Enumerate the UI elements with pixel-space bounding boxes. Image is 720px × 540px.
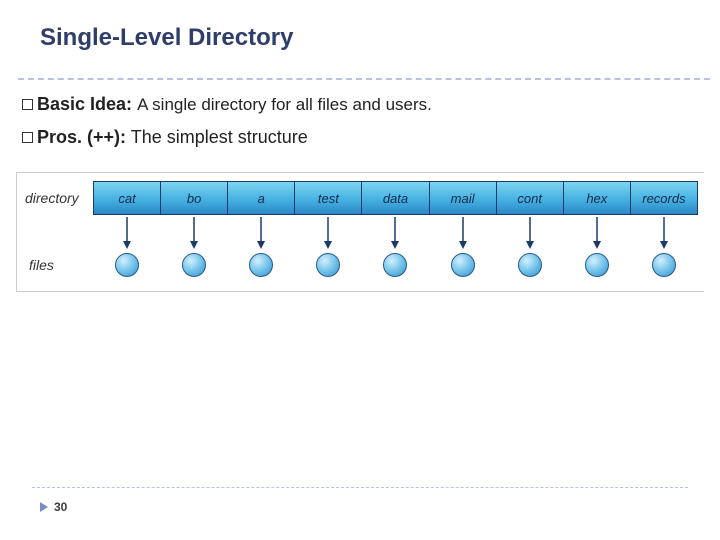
file-node-icon [316, 253, 340, 277]
bullet-marker-icon [22, 132, 33, 143]
file-node-icon [585, 253, 609, 277]
directory-entry: a [228, 182, 295, 214]
files-row: files [23, 253, 698, 277]
file-node-icon [652, 253, 676, 277]
bullet-text: The simplest structure [131, 127, 308, 147]
arrow-row [93, 215, 698, 253]
bullet-list: Basic Idea: A single directory for all f… [22, 90, 432, 156]
divider-top [18, 78, 710, 80]
file-node-icon [115, 253, 139, 277]
slide-title: Single-Level Directory [40, 24, 293, 52]
arrow-down-icon [658, 215, 670, 251]
bullet-item: Pros. (++): The simplest structure [22, 123, 432, 152]
directory-entry: mail [430, 182, 497, 214]
directory-boxes: cat bo a test data mail cont hex records [93, 181, 698, 215]
bullet-marker-icon [22, 99, 33, 110]
file-node-icon [383, 253, 407, 277]
divider-bottom [32, 487, 688, 488]
file-node-icon [518, 253, 542, 277]
directory-entry: hex [564, 182, 631, 214]
arrow-down-icon [322, 215, 334, 251]
directory-entry: cat [94, 182, 161, 214]
directory-row-label: directory [23, 190, 93, 206]
directory-entry: cont [497, 182, 564, 214]
arrow-down-icon [524, 215, 536, 251]
files-row-label: files [23, 257, 93, 273]
directory-entry: bo [161, 182, 228, 214]
page-number: 30 [54, 500, 67, 514]
file-node-icon [182, 253, 206, 277]
directory-entry: records [631, 182, 697, 214]
file-node-icon [249, 253, 273, 277]
directory-entry: data [362, 182, 429, 214]
arrow-down-icon [457, 215, 469, 251]
bullet-text: A single directory for all files and use… [137, 95, 432, 114]
file-nodes [93, 253, 698, 277]
arrow-down-icon [121, 215, 133, 251]
arrow-down-icon [255, 215, 267, 251]
page-number-wrap: 30 [40, 500, 67, 514]
directory-diagram: directory cat bo a test data mail cont h… [16, 172, 704, 292]
arrow-down-icon [389, 215, 401, 251]
page-marker-icon [40, 502, 48, 512]
bullet-label: Basic Idea: [37, 94, 132, 114]
directory-entry: test [295, 182, 362, 214]
arrow-down-icon [188, 215, 200, 251]
bullet-item: Basic Idea: A single directory for all f… [22, 90, 432, 119]
bullet-label: Pros. (++): [37, 127, 126, 147]
arrow-down-icon [591, 215, 603, 251]
file-node-icon [451, 253, 475, 277]
directory-row: directory cat bo a test data mail cont h… [23, 181, 698, 215]
